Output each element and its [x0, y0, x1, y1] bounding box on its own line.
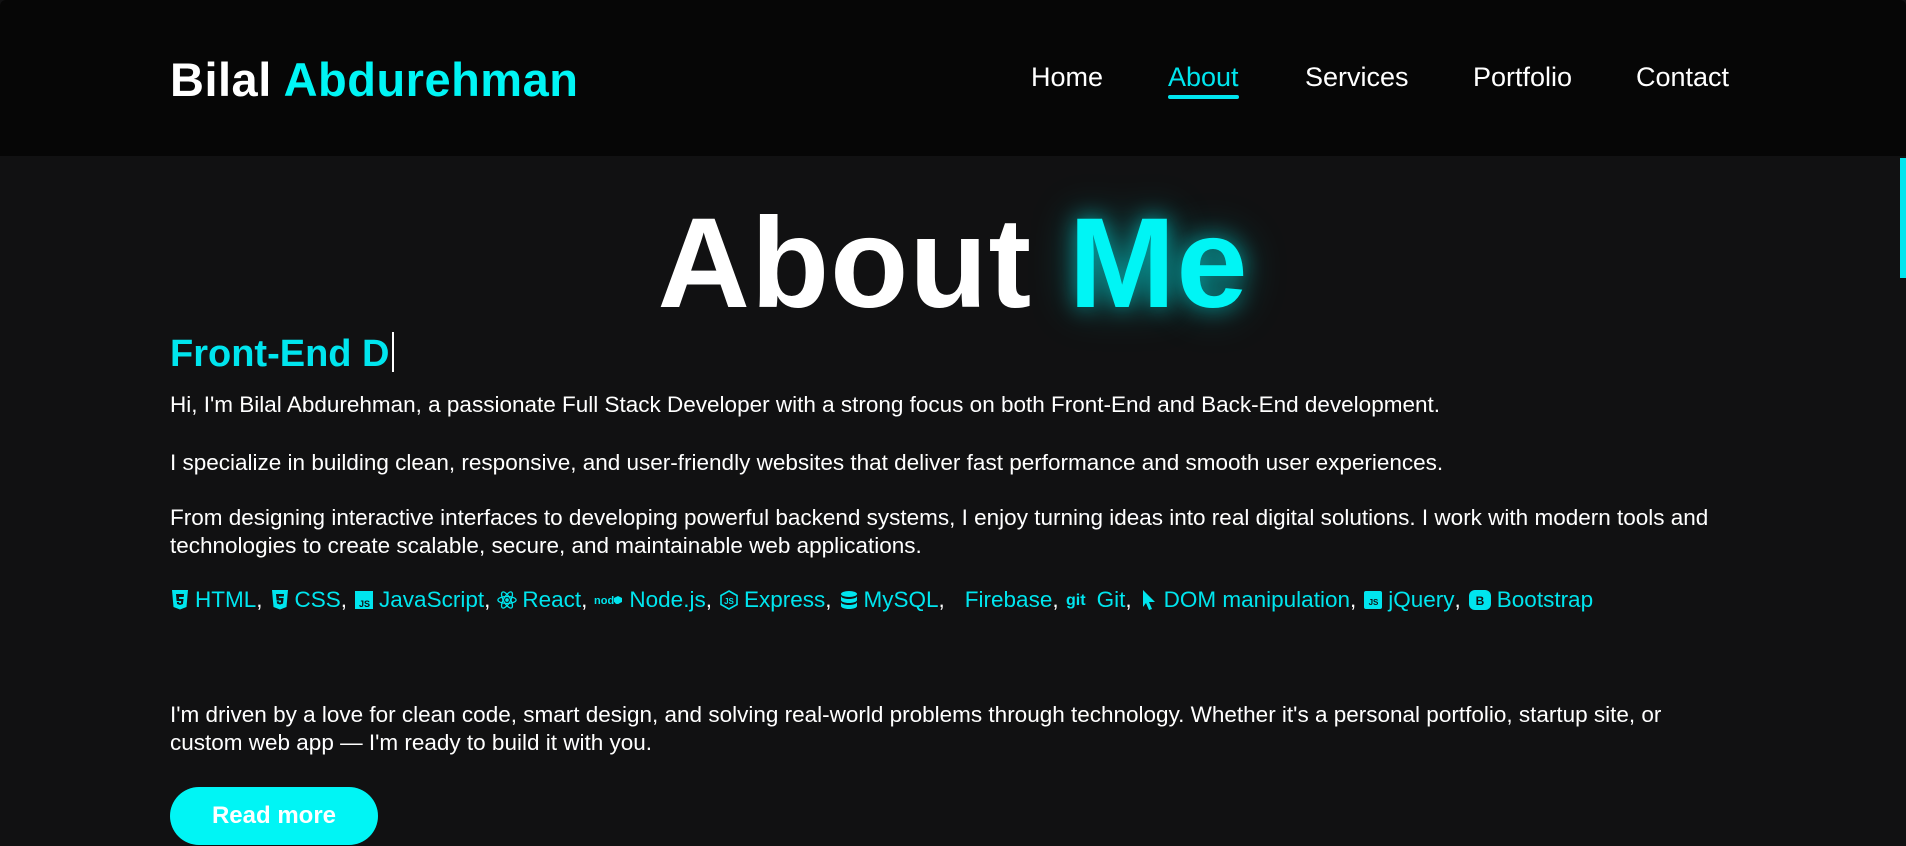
skill-javascript: JS JavaScript — [354, 587, 484, 613]
html5-icon — [170, 589, 190, 611]
skill-firebase: Firebase — [952, 587, 1053, 613]
nav-link-services[interactable]: Services — [1305, 62, 1409, 93]
brand-logo[interactable]: Bilal Abdurehman — [170, 52, 578, 107]
skill-nodejs: node Node.js — [594, 587, 706, 612]
skill-mysql: MySQL — [839, 587, 939, 613]
nav-link-home[interactable]: Home — [1031, 62, 1103, 93]
svg-text:git: git — [1066, 592, 1086, 609]
svg-text:JS: JS — [1369, 598, 1379, 607]
about-closing: I'm driven by a love for clean code, sma… — [170, 702, 1662, 755]
git-icon: git — [1066, 589, 1092, 611]
nav-link-about[interactable]: About — [1168, 62, 1239, 99]
cursor-icon — [1139, 589, 1159, 611]
nav-link-portfolio[interactable]: Portfolio — [1473, 62, 1572, 93]
skill-jquery: JS jQuery — [1363, 587, 1455, 613]
skill-react: React — [497, 587, 581, 613]
nodejs-icon: node — [594, 589, 624, 611]
react-icon — [497, 589, 518, 611]
read-more-button[interactable]: Read more — [170, 787, 378, 845]
javascript-icon: JS — [354, 589, 374, 611]
typing-subtitle-text: Front-End D — [170, 333, 390, 375]
express-icon: JS — [719, 589, 739, 611]
about-heading: About Me — [0, 190, 1906, 337]
svg-text:JS: JS — [359, 599, 370, 609]
skill-css: CSS — [270, 587, 341, 613]
skill-git: git Git — [1065, 587, 1126, 612]
nav-link-contact[interactable]: Contact — [1636, 62, 1729, 93]
about-heading-part2: Me — [1068, 192, 1249, 335]
about-intro: Hi, I'm Bilal Abdurehman, a passionate F… — [170, 392, 1440, 417]
bootstrap-icon: B — [1468, 589, 1492, 611]
typing-subtitle: Front-End D — [170, 332, 394, 376]
site-header: Bilal Abdurehman Home About Services Por… — [0, 0, 1906, 156]
brand-last-name: Abdurehman — [283, 53, 579, 106]
css3-icon — [270, 589, 290, 611]
svg-text:B: B — [1475, 594, 1484, 608]
jquery-icon: JS — [1363, 589, 1383, 611]
skill-html: HTML — [170, 587, 256, 613]
skills-list: HTML , CSS , JS JavaScript , React , nod… — [170, 587, 1593, 613]
about-heading-part1: About — [657, 192, 1033, 335]
firebase-icon — [952, 589, 960, 611]
about-specialize: I specialize in building clean, responsi… — [170, 450, 1444, 475]
typing-caret — [391, 332, 394, 372]
database-icon — [839, 589, 859, 611]
skill-express: JS Express — [719, 587, 825, 613]
svg-text:JS: JS — [724, 597, 734, 606]
skill-dom-manipulation: DOM manipulation — [1139, 587, 1350, 613]
about-designing: From designing interactive interfaces to… — [170, 505, 1709, 558]
brand-first-name: Bilal — [170, 53, 272, 106]
skill-bootstrap: B Bootstrap — [1468, 587, 1593, 613]
